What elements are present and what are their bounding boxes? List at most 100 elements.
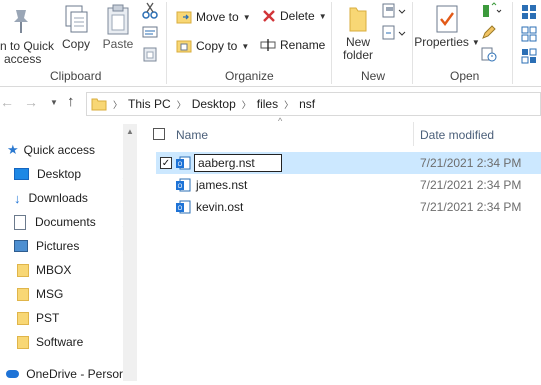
properties-icon: [436, 5, 458, 33]
outlook-data-file-icon: O: [176, 178, 191, 192]
invert-selection-icon[interactable]: [521, 48, 537, 64]
paste-label: Paste: [102, 37, 134, 51]
chevron-right-icon[interactable]: 〉: [242, 98, 251, 111]
properties-label: Properties: [414, 35, 469, 49]
nav-label: Pictures: [36, 239, 80, 253]
rename-button[interactable]: Rename: [260, 38, 325, 52]
properties-button[interactable]: Properties ▼: [414, 4, 480, 49]
chevron-down-icon: ▼: [242, 12, 251, 22]
new-folder-button[interactable]: New folder: [338, 4, 378, 62]
copy-to-icon: [176, 40, 192, 53]
nav-item-software[interactable]: Software: [17, 331, 83, 353]
svg-text:O: O: [178, 162, 183, 168]
copy-to-label: Copy to: [196, 39, 238, 53]
column-header-date-modified[interactable]: Date modified: [420, 128, 494, 142]
folder-icon: [17, 311, 29, 325]
nav-label: PST: [36, 311, 60, 325]
sort-ascending-icon: ^: [278, 116, 283, 126]
address-row: ← → ▼ ↑ 〉 This PC 〉 Desktop 〉 files 〉 ns…: [0, 88, 541, 120]
history-icon[interactable]: [481, 46, 497, 62]
breadcrumb-files[interactable]: files: [257, 97, 278, 111]
nav-scrollbar[interactable]: [123, 124, 137, 381]
organize-group-label: Organize: [225, 69, 274, 83]
ribbon-separator: [331, 2, 332, 84]
checkmark-icon: ✓: [161, 157, 171, 169]
paste-shortcut-icon[interactable]: [143, 46, 157, 62]
nav-label: MSG: [36, 287, 64, 301]
select-all-icon[interactable]: [521, 4, 537, 20]
column-header-name[interactable]: Name: [176, 128, 208, 142]
nav-item-desktop[interactable]: Desktop 📌: [14, 163, 134, 185]
open-group-label: Open: [450, 69, 480, 83]
chevron-right-icon[interactable]: 〉: [177, 98, 186, 111]
new-folder-icon: [349, 7, 367, 32]
chevron-down-icon: ▼: [241, 41, 250, 51]
back-arrow-icon[interactable]: ←: [0, 94, 14, 110]
paste-button[interactable]: Paste: [100, 4, 136, 51]
breadcrumb-nsf[interactable]: nsf: [299, 97, 315, 111]
breadcrumb-desktop[interactable]: Desktop: [192, 97, 236, 111]
address-bar[interactable]: 〉 This PC 〉 Desktop 〉 files 〉 nsf: [86, 92, 541, 116]
outlook-data-file-icon: O: [176, 200, 191, 214]
delete-button[interactable]: Delete ▼: [262, 9, 327, 23]
new-item-icon[interactable]: [382, 2, 408, 20]
nav-item-pictures[interactable]: Pictures 📌: [14, 235, 134, 257]
rename-label: Rename: [280, 38, 326, 52]
nav-label: Software: [36, 335, 84, 349]
folder-icon: [17, 287, 29, 301]
nav-item-onedrive[interactable]: OneDrive - Persor: [6, 363, 123, 385]
folder-icon: [17, 263, 29, 277]
chevron-right-icon[interactable]: 〉: [284, 98, 293, 111]
outlook-data-file-icon: O: [176, 156, 191, 170]
scroll-up-arrow-icon[interactable]: ▲: [123, 124, 137, 138]
breadcrumb-this-pc[interactable]: This PC: [128, 97, 171, 111]
file-row[interactable]: O james.nst 7/21/2021 2:34 PM: [156, 174, 541, 196]
pin-to-quick-access-button[interactable]: n to Quick access: [0, 4, 56, 66]
row-checkbox[interactable]: ✓: [160, 157, 172, 169]
chevron-down-icon: ▼: [471, 38, 480, 47]
download-icon: ↓: [14, 190, 21, 206]
rename-icon: [260, 39, 276, 51]
pictures-icon: [14, 240, 28, 252]
nav-label: Desktop: [37, 167, 82, 181]
nav-item-documents[interactable]: Documents 📌: [14, 211, 134, 233]
easy-access-icon[interactable]: [382, 24, 408, 42]
copy-to-button[interactable]: Copy to ▼: [176, 38, 249, 54]
nav-item-mbox[interactable]: MBOX: [17, 259, 71, 281]
copy-button[interactable]: Copy: [60, 4, 92, 51]
desktop-icon: [14, 168, 29, 180]
nav-label: OneDrive - Persor: [26, 367, 123, 381]
column-divider[interactable]: [413, 122, 414, 146]
edit-icon[interactable]: [481, 24, 497, 40]
copy-label: Copy: [61, 37, 90, 51]
file-name: kevin.ost: [196, 200, 244, 214]
nav-item-downloads[interactable]: ↓ Downloads 📌: [14, 187, 134, 209]
open-icon[interactable]: [480, 2, 504, 20]
move-to-button[interactable]: Move to ▼: [176, 9, 251, 25]
svg-text:O: O: [178, 206, 183, 212]
nav-item-pst[interactable]: PST: [17, 307, 59, 329]
recent-locations-chevron-icon[interactable]: ▼: [50, 98, 58, 107]
clipboard-group-label: Clipboard: [50, 69, 102, 83]
ribbon-separator: [166, 2, 167, 84]
file-date: 7/21/2021 2:34 PM: [420, 178, 522, 192]
chevron-right-icon[interactable]: 〉: [113, 98, 122, 111]
rename-input[interactable]: aaberg.nst: [194, 154, 282, 172]
copy-path-icon[interactable]: [142, 26, 158, 38]
cut-icon[interactable]: [142, 2, 158, 20]
file-row[interactable]: O kevin.ost 7/21/2021 2:34 PM: [156, 196, 541, 218]
move-to-icon: [176, 11, 192, 24]
new-group-label: New: [361, 69, 386, 83]
navigation-pane: ★ Quick access Desktop 📌 ↓ Downloads 📌 D…: [0, 120, 138, 381]
file-date: 7/21/2021 2:34 PM: [420, 200, 522, 214]
delete-label: Delete: [280, 9, 315, 23]
forward-arrow-icon[interactable]: →: [24, 94, 38, 110]
select-none-icon[interactable]: [521, 26, 537, 42]
nav-item-quick-access[interactable]: ★ Quick access: [7, 139, 95, 161]
up-arrow-icon[interactable]: ↑: [67, 93, 75, 110]
pin-icon: [14, 10, 28, 33]
nav-item-msg[interactable]: MSG: [17, 283, 63, 305]
svg-text:O: O: [178, 184, 183, 190]
select-all-checkbox[interactable]: [153, 128, 165, 140]
folder-icon: [91, 98, 107, 111]
